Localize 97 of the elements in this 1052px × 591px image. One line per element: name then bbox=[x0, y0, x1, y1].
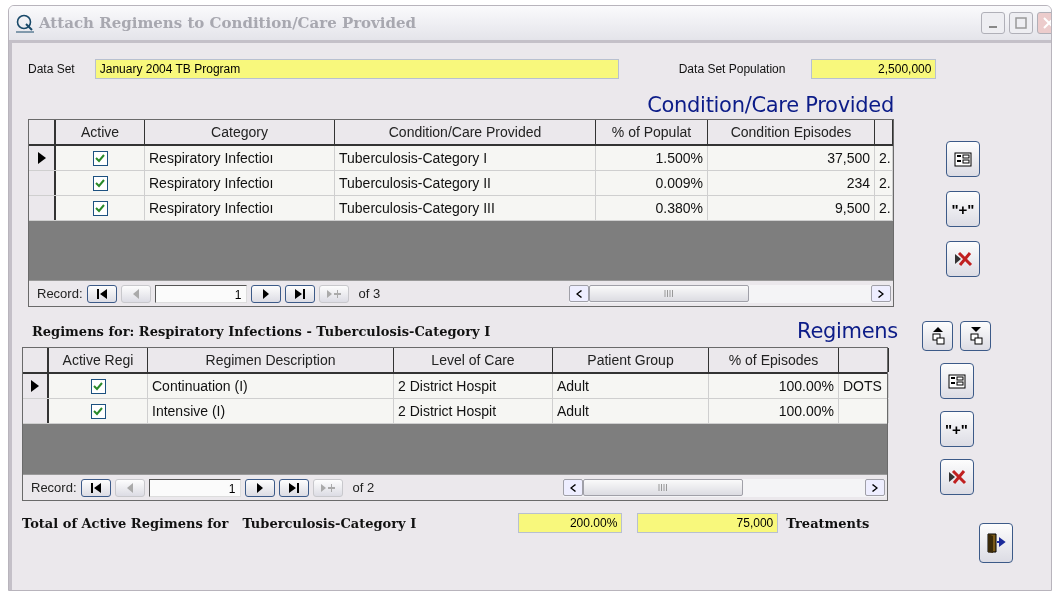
table-cell: Respiratory Infectioı bbox=[145, 196, 335, 220]
move-up-button[interactable] bbox=[922, 321, 953, 351]
new-record-icon bbox=[325, 287, 342, 300]
regimens-caption: Regimens for: Respiratory Infections - Tuberculosis-Category I bbox=[32, 323, 491, 339]
open-form-button[interactable] bbox=[939, 363, 974, 399]
table-cell: Continuation (I) bbox=[148, 374, 394, 398]
table-cell: Adult bbox=[553, 374, 709, 398]
column-header[interactable]: Patient Group bbox=[553, 348, 709, 372]
current-row-icon bbox=[37, 152, 46, 164]
minimize-icon bbox=[989, 26, 997, 28]
row-selector[interactable] bbox=[23, 399, 49, 423]
last-record-button[interactable] bbox=[284, 284, 315, 303]
next-record-button[interactable] bbox=[250, 284, 281, 303]
active-checkbox[interactable] bbox=[90, 378, 106, 394]
delete-record-icon bbox=[946, 469, 967, 485]
new-record-button[interactable]: "+" bbox=[946, 191, 980, 227]
app-icon bbox=[15, 13, 35, 33]
table-cell: DOTS bbox=[839, 374, 889, 398]
window-title: Attach Regimens to Condition/Care Provided bbox=[39, 14, 417, 32]
table-cell: 0.380% bbox=[596, 196, 708, 220]
section-heading: Condition/Care Provided bbox=[646, 93, 894, 117]
data-set-field[interactable]: January 2004 TB Program bbox=[94, 59, 619, 79]
active-checkbox[interactable] bbox=[90, 403, 106, 419]
exit-button[interactable] bbox=[979, 523, 1014, 563]
delete-record-button[interactable] bbox=[946, 241, 980, 277]
section-heading: Regimens bbox=[797, 319, 898, 343]
form-icon bbox=[947, 373, 966, 389]
population-field[interactable]: 2,500,000 bbox=[811, 59, 937, 79]
table-cell: 2. bbox=[875, 146, 893, 170]
table-cell: 37,500 bbox=[708, 146, 875, 170]
table-cell: Tuberculosis-Category I bbox=[335, 146, 596, 170]
column-header[interactable]: Condition/Care Provided bbox=[335, 120, 596, 144]
column-header[interactable]: Active bbox=[56, 120, 145, 144]
first-record-button[interactable] bbox=[80, 478, 111, 497]
horizontal-scrollbar[interactable] bbox=[569, 284, 891, 303]
next-record-button[interactable] bbox=[244, 478, 275, 497]
total-percent-field: 200.00% bbox=[518, 513, 623, 533]
population-label: Data Set Population bbox=[678, 62, 786, 76]
table-cell: Adult bbox=[553, 399, 709, 423]
totals-label: Total of Active Regimens for bbox=[22, 515, 229, 531]
new-record-icon bbox=[319, 481, 336, 494]
open-form-button[interactable] bbox=[946, 141, 980, 177]
table-cell: Intensive (I) bbox=[148, 399, 394, 423]
table-cell: 2. bbox=[875, 171, 893, 195]
table-cell: Respiratory Infectioı bbox=[145, 171, 335, 195]
row-selector[interactable] bbox=[29, 146, 56, 170]
active-checkbox[interactable] bbox=[92, 150, 108, 166]
column-header[interactable]: % of Populat bbox=[596, 120, 708, 144]
column-header[interactable]: Level of Care bbox=[394, 348, 553, 372]
move-up-icon bbox=[929, 326, 946, 346]
active-checkbox[interactable] bbox=[92, 175, 108, 191]
table-cell: 2. bbox=[875, 196, 893, 220]
maximize-icon bbox=[1015, 17, 1027, 29]
table-cell: 9,500 bbox=[708, 196, 875, 220]
move-down-button[interactable] bbox=[960, 321, 991, 351]
table-cell: 0.009% bbox=[596, 171, 708, 195]
treatments-label: Treatments bbox=[786, 515, 870, 531]
table-cell: 2 District Hospit bbox=[394, 399, 553, 423]
table-cell: Tuberculosis-Category II bbox=[335, 171, 596, 195]
row-selector[interactable] bbox=[23, 374, 49, 398]
record-count: of 3 bbox=[358, 286, 381, 301]
row-selector[interactable] bbox=[29, 171, 56, 195]
record-number-field[interactable]: 1 bbox=[148, 478, 241, 497]
current-row-icon bbox=[31, 380, 39, 392]
move-down-icon bbox=[967, 326, 984, 346]
last-record-button[interactable] bbox=[278, 478, 309, 497]
totals-condition: Tuberculosis-Category I bbox=[242, 515, 417, 531]
table-cell: 2 District Hospit bbox=[394, 374, 553, 398]
horizontal-scrollbar[interactable] bbox=[563, 478, 885, 497]
table-cell: 234 bbox=[708, 171, 875, 195]
total-count-field: 75,000 bbox=[637, 513, 779, 533]
new-record-button[interactable]: "+" bbox=[939, 411, 974, 447]
column-header[interactable]: Category bbox=[145, 120, 335, 144]
data-set-label: Data Set bbox=[28, 62, 75, 76]
active-checkbox[interactable] bbox=[92, 200, 108, 216]
record-number-field[interactable]: 1 bbox=[154, 284, 247, 303]
table-cell: Tuberculosis-Category III bbox=[335, 196, 596, 220]
record-label: Record: bbox=[31, 480, 77, 495]
table-cell: 100.00% bbox=[709, 374, 839, 398]
exit-door-icon bbox=[985, 532, 1008, 554]
delete-record-icon bbox=[953, 251, 973, 267]
grip-icon bbox=[664, 290, 674, 297]
row-selector[interactable] bbox=[29, 196, 56, 220]
minimize-button[interactable] bbox=[981, 12, 1005, 34]
delete-record-button[interactable] bbox=[939, 459, 974, 495]
record-label: Record: bbox=[37, 286, 83, 301]
first-record-button[interactable] bbox=[86, 284, 117, 303]
grip-icon bbox=[658, 484, 668, 491]
column-header[interactable]: % of Episodes bbox=[709, 348, 839, 372]
record-count: of 2 bbox=[352, 480, 375, 495]
column-header[interactable]: Condition Episodes bbox=[708, 120, 875, 144]
table-cell: Respiratory Infectioı bbox=[145, 146, 335, 170]
form-icon bbox=[954, 151, 972, 167]
column-header[interactable]: Regimen Description bbox=[148, 348, 394, 372]
table-cell: 100.00% bbox=[709, 399, 839, 423]
column-header[interactable]: Active Regi bbox=[49, 348, 148, 372]
table-cell: 1.500% bbox=[596, 146, 708, 170]
